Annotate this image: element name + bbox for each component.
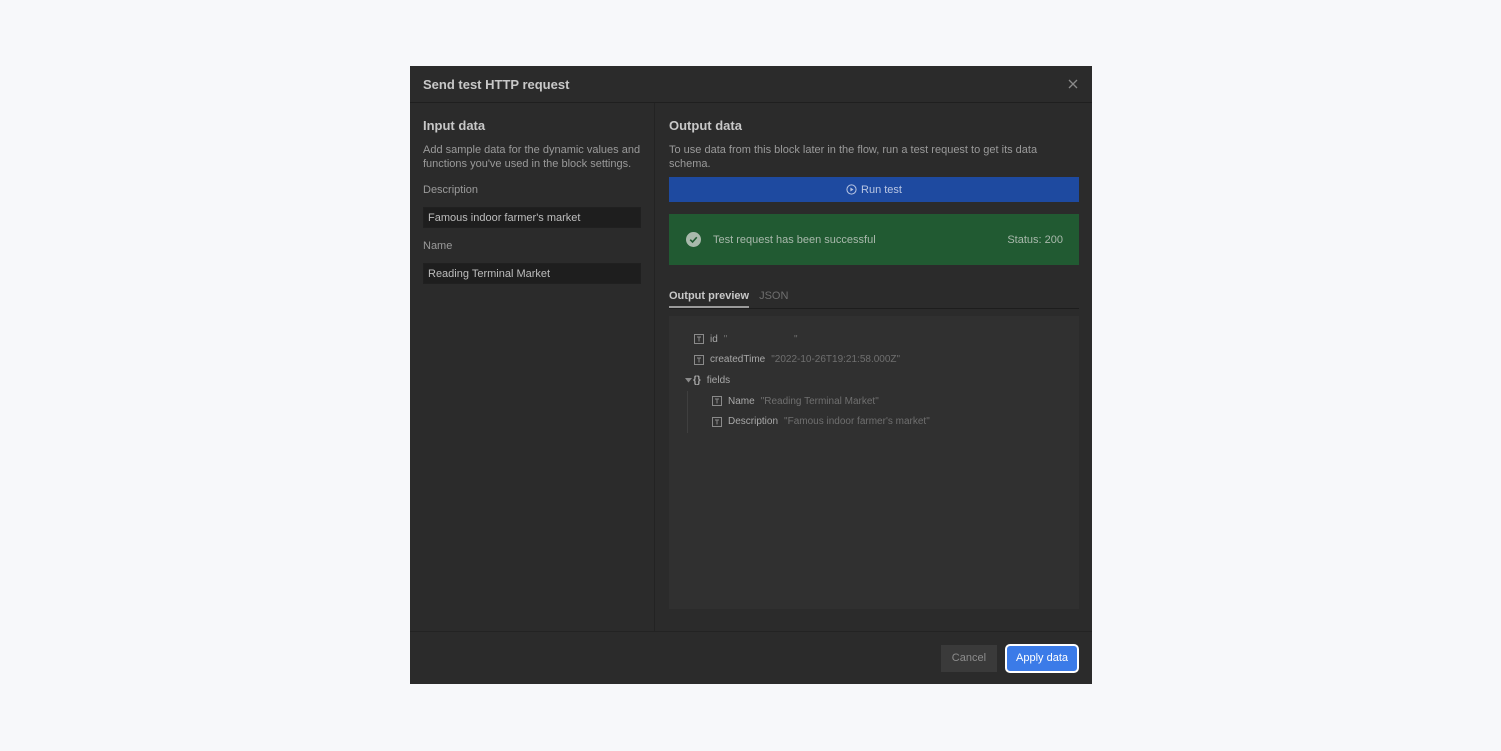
output-data-pane: Output data To use data from this block … xyxy=(655,103,1092,631)
input-data-pane: Input data Add sample data for the dynam… xyxy=(410,103,655,631)
preview-row-id: id " " xyxy=(669,329,1079,350)
tab-output-preview[interactable]: Output preview xyxy=(669,284,750,308)
preview-row-name: Name "Reading Terminal Market" xyxy=(669,391,1079,412)
modal-footer: Cancel Apply data xyxy=(410,631,1092,684)
fields-children: Name "Reading Terminal Market" Descripti… xyxy=(669,390,1079,433)
modal-body: Input data Add sample data for the dynam… xyxy=(410,103,1092,631)
tab-json[interactable]: JSON xyxy=(759,284,788,308)
input-data-title: Input data xyxy=(423,118,486,133)
play-circle-icon xyxy=(846,184,857,195)
status-code: Status: 200 xyxy=(1007,233,1063,246)
input-data-description: Add sample data for the dynamic values a… xyxy=(423,144,641,170)
apply-data-button[interactable]: Apply data xyxy=(1005,643,1079,673)
row-value: " " xyxy=(723,333,798,345)
row-key: Description xyxy=(728,416,779,428)
modal-header: Send test HTTP request xyxy=(410,66,1092,103)
braces-icon: {} xyxy=(693,374,701,386)
name-label: Name xyxy=(423,240,453,252)
group-key: fields xyxy=(706,374,731,386)
tree-guide-line xyxy=(687,390,688,433)
text-type-icon xyxy=(694,334,704,345)
cancel-button[interactable]: Cancel xyxy=(940,644,998,672)
chevron-down-icon[interactable] xyxy=(684,377,692,383)
success-banner: Test request has been successful Status:… xyxy=(669,214,1079,265)
success-message: Test request has been successful xyxy=(713,233,876,246)
check-circle-icon xyxy=(686,232,701,247)
run-test-button[interactable]: Run test xyxy=(669,177,1079,202)
close-icon[interactable] xyxy=(1066,77,1080,91)
send-test-request-modal: Send test HTTP request Input data Add sa… xyxy=(410,66,1092,684)
run-test-label: Run test xyxy=(861,183,902,196)
row-key: createdTime xyxy=(710,354,766,366)
description-label: Description xyxy=(423,184,479,196)
output-tabs: Output preview JSON xyxy=(669,284,1079,309)
text-type-icon xyxy=(712,416,722,427)
text-type-icon xyxy=(694,354,704,365)
preview-group-fields[interactable]: {} fields xyxy=(669,370,1079,391)
preview-row-createdtime: createdTime "2022-10-26T19:21:58.000Z" xyxy=(669,350,1079,371)
output-data-title: Output data xyxy=(669,118,742,133)
row-key: id xyxy=(710,333,718,345)
row-value: "2022-10-26T19:21:58.000Z" xyxy=(771,354,901,366)
preview-row-description: Description "Famous indoor farmer's mark… xyxy=(669,411,1079,432)
row-key: Name xyxy=(728,395,755,407)
output-preview: id " " createdTime "2022-10-26T19:21:58.… xyxy=(669,316,1079,609)
description-input[interactable] xyxy=(423,207,641,228)
output-data-description: To use data from this block later in the… xyxy=(669,144,1038,170)
name-input[interactable] xyxy=(423,263,641,284)
modal-title: Send test HTTP request xyxy=(423,76,570,92)
row-value: "Famous indoor farmer's market" xyxy=(784,416,930,428)
row-value: "Reading Terminal Market" xyxy=(760,395,879,407)
text-type-icon xyxy=(712,396,722,407)
